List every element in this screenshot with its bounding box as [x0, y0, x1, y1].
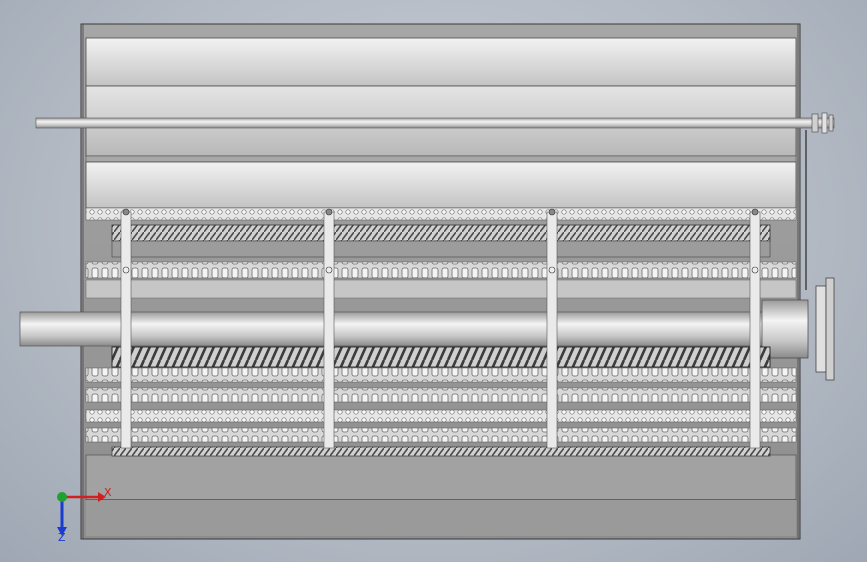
- graphics-viewport[interactable]: X Z: [0, 0, 867, 562]
- upper-chain: [111, 224, 771, 258]
- x-axis-label: X: [104, 486, 112, 499]
- z-axis-label: Z: [58, 531, 66, 544]
- cad-assembly-model[interactable]: [0, 0, 867, 562]
